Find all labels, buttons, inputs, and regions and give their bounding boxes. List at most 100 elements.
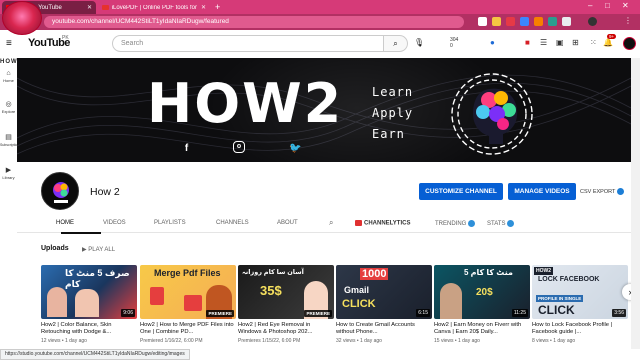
manage-videos-button[interactable]: MANAGE VIDEOS: [508, 183, 576, 200]
ext-red-icon[interactable]: ■: [525, 38, 530, 47]
page-scrollbar[interactable]: [631, 58, 640, 349]
youtube-header: ≡ YouTube PK Search ⌕ 🎙 304 0 ● ■ ☰ ▣ ⊞ …: [0, 30, 640, 58]
tab-channelytics[interactable]: CHANNELYTICS: [355, 220, 410, 227]
play-icon: ▶: [82, 247, 87, 253]
url-field[interactable]: youtube.com/channel/UCM442StiLT1yIdaNIaR…: [44, 16, 464, 28]
play-all-button[interactable]: ▶ PLAY ALL: [82, 246, 115, 253]
microphone-icon[interactable]: 🎙: [414, 38, 424, 47]
minimize-icon[interactable]: –: [588, 1, 592, 10]
rail-item-home[interactable]: ⌂ Home: [0, 70, 17, 83]
video-title[interactable]: How2 | Color Balance, Skin Retouching wi…: [41, 322, 137, 337]
thumbnail-click-text: CLICK: [342, 298, 376, 310]
channel-avatar[interactable]: [41, 172, 79, 210]
banner-title: HOW2: [147, 72, 344, 135]
apps-icon[interactable]: ⁙: [590, 38, 597, 47]
thumbnail-click-text: CLICK: [538, 303, 575, 317]
share-icon[interactable]: [478, 17, 487, 26]
extension-icon[interactable]: [520, 17, 529, 26]
close-window-icon[interactable]: ✕: [622, 1, 629, 10]
notifications-bell-icon[interactable]: 🔔: [603, 38, 613, 47]
video-card[interactable]: Merge Pdf Files PREMIERE How2 | How to M…: [140, 265, 236, 344]
channel-name: How 2: [90, 186, 120, 198]
search-input[interactable]: Search: [112, 35, 384, 52]
video-title[interactable]: How to Create Gmail Accounts without Pho…: [336, 322, 432, 337]
create-video-icon[interactable]: ▣: [556, 38, 564, 47]
maximize-icon[interactable]: □: [605, 1, 610, 10]
extension-icon[interactable]: [534, 17, 543, 26]
tab-stats[interactable]: STATS: [487, 220, 515, 228]
video-title[interactable]: How2 | How to Merge PDF Files into One |…: [140, 322, 236, 337]
apps-grid-icon[interactable]: ⊞: [572, 38, 579, 47]
banner-words: Learn Apply Earn: [372, 82, 413, 145]
puzzle-icon[interactable]: [562, 17, 571, 26]
video-card[interactable]: صرف 5 منٹ کا کام 9:06 How2 | Color Balan…: [41, 265, 137, 344]
instagram-icon: o: [233, 141, 245, 153]
video-meta: Premieres 1/15/22, 6:00 PM: [238, 338, 301, 344]
close-tab-icon[interactable]: ✕: [87, 4, 92, 11]
thumbnail-urdu-text: آسان سا کام روزانہ: [242, 269, 304, 276]
search-button[interactable]: ⌕: [384, 35, 408, 52]
pdf-file-icon: [184, 295, 202, 311]
csv-export-button[interactable]: CSV EXPORT: [580, 188, 624, 195]
video-duration: 3:56: [612, 309, 626, 317]
tab-trending[interactable]: TRENDING: [435, 220, 476, 227]
browser-tab-ilovepdf[interactable]: iLovePDF | Online PDF tools for PD ✕: [98, 1, 210, 14]
video-thumbnail[interactable]: 1000 Gmail CLICK 6:15: [336, 265, 432, 319]
banner-word: Learn: [372, 85, 414, 99]
user-avatar[interactable]: [623, 37, 636, 50]
rail-label: Explore: [1, 109, 16, 114]
premiere-badge: PREMIERE: [206, 310, 234, 317]
extension-icon[interactable]: [506, 17, 515, 26]
search-icon: ⌕: [393, 39, 398, 48]
video-title[interactable]: How to Lock Facebook Profile | Facebook …: [532, 322, 628, 337]
tab-label: STATS: [487, 221, 506, 228]
customize-channel-button[interactable]: CUSTOMIZE CHANNEL: [419, 183, 503, 200]
rail-item-explore[interactable]: ◎ Explore: [0, 100, 17, 114]
video-title[interactable]: How2 | Earn Money on Fiverr with Canva |…: [434, 322, 530, 337]
channel-search-icon[interactable]: ⌕: [329, 218, 333, 228]
video-thumbnail[interactable]: آسان سا کام روزانہ 35$ PREMIERE: [238, 265, 334, 319]
rail-label: Library: [2, 175, 15, 180]
more-menu-icon[interactable]: ⋮: [622, 16, 634, 25]
thumbnail-text: 1000: [360, 268, 389, 280]
uploads-heading[interactable]: Uploads: [41, 245, 69, 252]
channel-avatar-art: [53, 182, 69, 203]
pdf-file-icon: [150, 287, 164, 305]
address-toolbar: ← → ↻ youtube.com/channel/UCM442StiLT1yI…: [0, 14, 640, 30]
bookmark-star-icon[interactable]: [492, 17, 501, 26]
thumbnail-gmail-text: Gmail: [344, 285, 370, 295]
stats-widget[interactable]: 304 0: [450, 37, 458, 49]
tab-channels[interactable]: CHANNELS: [216, 220, 249, 226]
tab-home[interactable]: HOME: [56, 220, 74, 226]
video-thumbnail[interactable]: 5 منٹ کا کام 20$ 11:25: [434, 265, 530, 319]
extension-icon[interactable]: [548, 17, 557, 26]
new-tab-button[interactable]: +: [215, 2, 220, 12]
rail-item-library[interactable]: ▶ Library: [0, 166, 17, 180]
rail-item-subscriptions[interactable]: ▤ Subscriptions: [0, 133, 21, 147]
tab-videos[interactable]: VIDEOS: [103, 220, 126, 226]
list-icon[interactable]: ☰: [540, 38, 547, 47]
video-thumbnail[interactable]: HOW2 LOCK FACEBOOK PROFILE IN SINGLE CLI…: [532, 265, 628, 319]
left-rail: HOW2 ⌂ Home ◎ Explore ▤ Subscriptions ▶ Libr…: [0, 58, 21, 348]
tab-playlists[interactable]: PLAYLISTS: [154, 220, 186, 226]
video-card[interactable]: 5 منٹ کا کام 20$ 11:25 How2 | Earn Money…: [434, 265, 530, 344]
profile-avatar-icon[interactable]: [588, 17, 597, 26]
youtube-logo[interactable]: YouTube: [28, 37, 70, 49]
video-card[interactable]: 1000 Gmail CLICK 6:15 How to Create Gmai…: [336, 265, 432, 344]
video-meta: Premiered 1/16/22, 6:00 PM: [140, 338, 203, 344]
video-thumbnail[interactable]: صرف 5 منٹ کا کام 9:06: [41, 265, 137, 319]
video-thumbnail[interactable]: Merge Pdf Files PREMIERE: [140, 265, 236, 319]
status-url-bar: https://studio.youtube.com/channel/UCM44…: [0, 349, 190, 360]
ext-globe-icon[interactable]: ●: [490, 38, 495, 47]
video-card[interactable]: HOW2 LOCK FACEBOOK PROFILE IN SINGLE CLI…: [532, 265, 628, 344]
tab-about[interactable]: ABOUT: [277, 220, 298, 226]
close-tab-icon[interactable]: ✕: [201, 4, 206, 11]
hamburger-menu-icon[interactable]: ≡: [6, 38, 12, 49]
video-title[interactable]: How2 | Red Eye Removal in Windows & Phot…: [238, 322, 334, 337]
tab-label: iLovePDF | Online PDF tools for PD: [111, 4, 198, 11]
video-card[interactable]: آسان سا کام روزانہ 35$ PREMIERE How2 | R…: [238, 265, 334, 344]
video-meta: 12 views • 1 day ago: [41, 338, 87, 344]
thumbnail-text: صرف 5 منٹ کا کام: [65, 268, 130, 289]
channelytics-icon: [355, 220, 362, 226]
video-meta: 8 views • 1 day ago: [532, 338, 576, 344]
